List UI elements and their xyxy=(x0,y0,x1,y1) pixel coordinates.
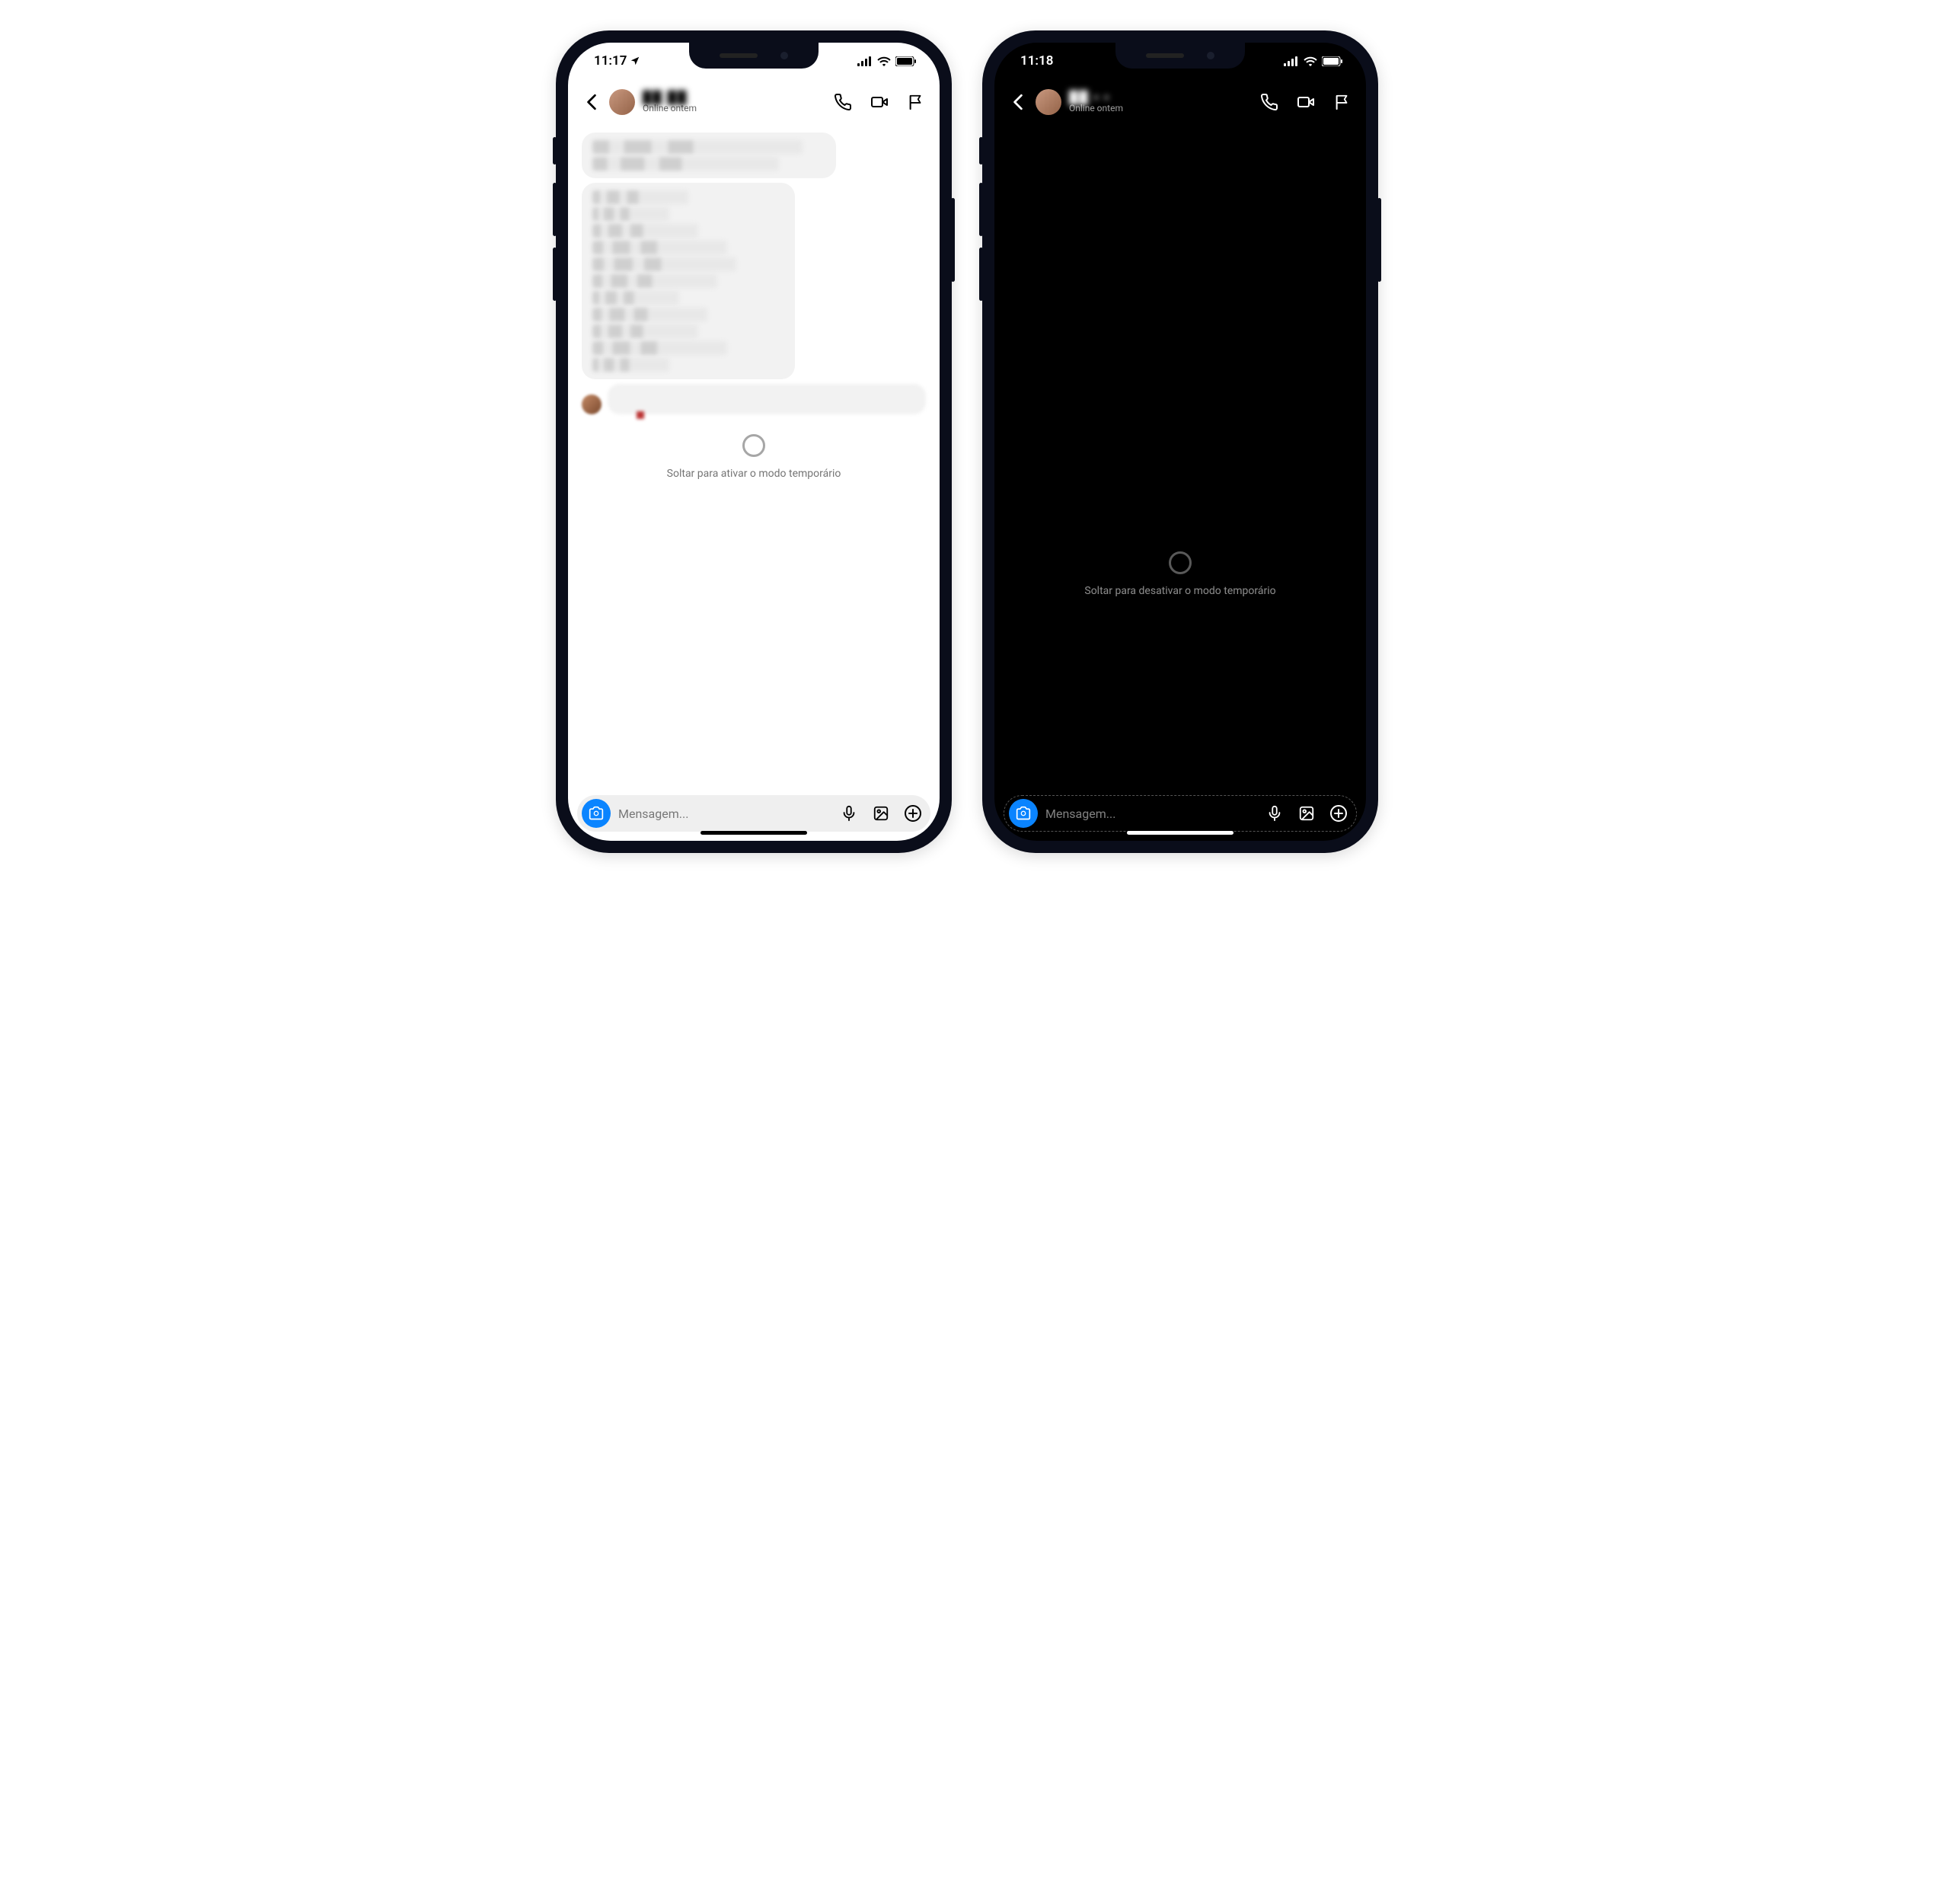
status-time: 11:18 xyxy=(1020,53,1053,69)
video-call-button[interactable] xyxy=(1296,92,1316,112)
blurred-messages xyxy=(568,125,940,414)
chat-header: ██ ██ Online ontem xyxy=(568,79,940,125)
message-input[interactable]: Mensagem... xyxy=(618,807,831,821)
mic-button[interactable] xyxy=(1265,803,1285,823)
message-composer: Mensagem... xyxy=(1004,795,1357,832)
pull-to-vanish-zone: Soltar para ativar o modo temporário xyxy=(568,434,940,480)
audio-call-button[interactable] xyxy=(1259,92,1279,112)
contact-name: ██ ▪ ▪ xyxy=(1069,91,1252,104)
volume-up-button[interactable] xyxy=(553,183,557,236)
pull-hint-text: Soltar para desativar o modo temporário xyxy=(1084,585,1275,597)
gallery-button[interactable] xyxy=(871,803,891,823)
contact-avatar[interactable] xyxy=(1036,89,1061,115)
battery-icon xyxy=(1322,56,1343,66)
gallery-button[interactable] xyxy=(1297,803,1316,823)
phone-light: 11:17 xyxy=(556,30,952,853)
contact-name: ██ ██ xyxy=(643,91,825,104)
cellular-icon xyxy=(857,56,873,66)
power-button[interactable] xyxy=(1377,198,1381,282)
add-button[interactable] xyxy=(903,803,923,823)
notch xyxy=(689,43,819,69)
blurred-short-bubble xyxy=(608,384,926,414)
add-button[interactable] xyxy=(1329,803,1348,823)
video-call-button[interactable] xyxy=(870,92,889,112)
pull-ring-icon xyxy=(742,434,765,457)
volume-up-button[interactable] xyxy=(979,183,983,236)
contact-title-block[interactable]: ██ ▪ ▪ Online ontem xyxy=(1069,91,1252,114)
wifi-icon xyxy=(877,56,891,66)
message-composer: Mensagem... xyxy=(577,795,930,832)
notch xyxy=(1115,43,1245,69)
contact-status: Online ontem xyxy=(643,104,825,113)
sender-mini-avatar xyxy=(582,395,602,414)
audio-call-button[interactable] xyxy=(833,92,853,112)
mic-button[interactable] xyxy=(839,803,859,823)
silence-switch[interactable] xyxy=(553,137,557,165)
pull-to-vanish-zone: Soltar para desativar o modo temporário xyxy=(994,551,1366,597)
chat-content[interactable]: Soltar para ativar o modo temporário xyxy=(568,125,940,786)
cellular-icon xyxy=(1284,56,1299,66)
status-time: 11:17 xyxy=(594,53,627,69)
pull-hint-text: Soltar para ativar o modo temporário xyxy=(667,468,841,480)
camera-button[interactable] xyxy=(582,799,611,828)
home-indicator[interactable] xyxy=(701,831,807,835)
phone-dark: 11:18 ██ ▪ ▪ Online ontem xyxy=(982,30,1378,853)
location-arrow-icon xyxy=(630,56,640,66)
power-button[interactable] xyxy=(951,198,955,282)
chat-header: ██ ▪ ▪ Online ontem xyxy=(994,79,1366,125)
wifi-icon xyxy=(1304,56,1317,66)
pull-ring-icon xyxy=(1169,551,1192,574)
flag-button[interactable] xyxy=(906,92,926,112)
chat-content[interactable]: Soltar para desativar o modo temporário xyxy=(994,125,1366,786)
contact-avatar[interactable] xyxy=(609,89,635,115)
contact-title-block[interactable]: ██ ██ Online ontem xyxy=(643,91,825,114)
back-button[interactable] xyxy=(582,92,602,112)
camera-button[interactable] xyxy=(1009,799,1038,828)
home-indicator[interactable] xyxy=(1127,831,1233,835)
battery-icon xyxy=(895,56,917,66)
back-button[interactable] xyxy=(1008,92,1028,112)
silence-switch[interactable] xyxy=(979,137,983,165)
volume-down-button[interactable] xyxy=(553,248,557,301)
flag-button[interactable] xyxy=(1332,92,1352,112)
volume-down-button[interactable] xyxy=(979,248,983,301)
message-input[interactable]: Mensagem... xyxy=(1045,807,1257,821)
contact-status: Online ontem xyxy=(1069,104,1252,113)
